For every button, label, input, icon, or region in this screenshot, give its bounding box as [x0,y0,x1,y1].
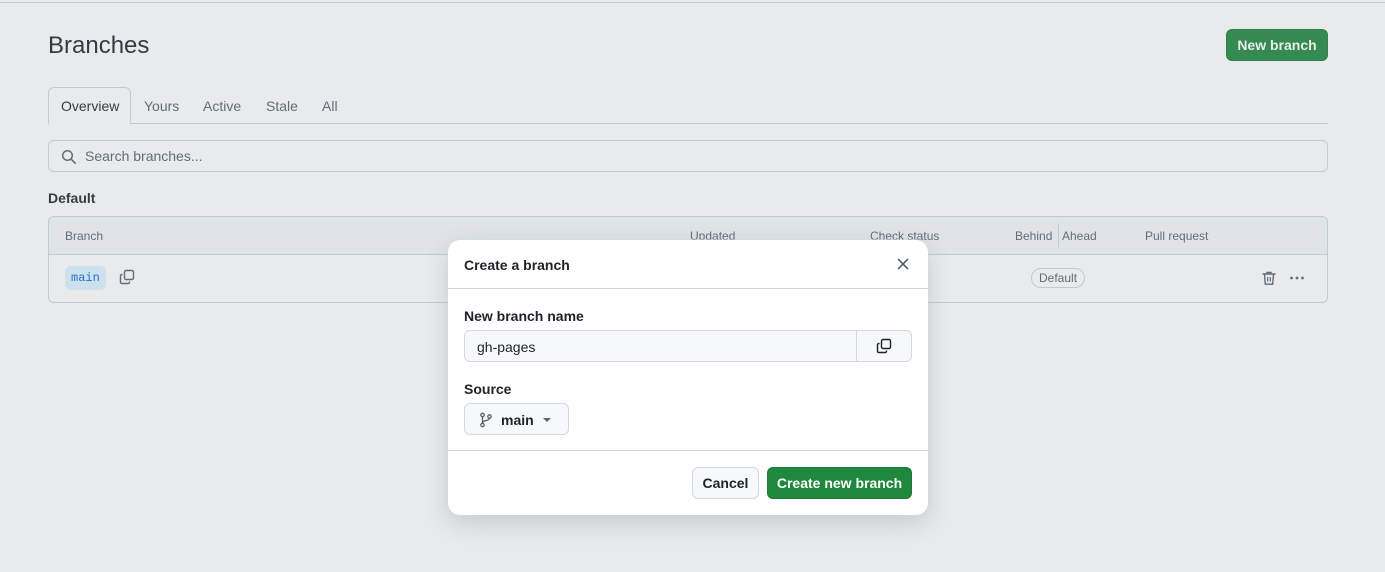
close-icon[interactable] [895,256,911,272]
branch-name-label: New branch name [464,308,584,324]
cancel-button[interactable]: Cancel [692,467,759,499]
source-label: Source [464,381,512,397]
copy-branch-name-button[interactable] [856,331,911,361]
dialog-title: Create a branch [464,257,570,273]
create-branch-dialog: Create a branch New branch name gh-pages… [448,240,928,515]
source-branch-value: main [501,412,534,428]
create-new-branch-button[interactable]: Create new branch [767,467,912,499]
source-branch-select[interactable]: main [464,403,569,435]
branch-name-field[interactable]: gh-pages [464,330,912,362]
branch-name-value[interactable]: gh-pages [477,339,535,355]
git-branch-icon [480,412,492,428]
copy-icon [876,338,892,354]
chevron-down-icon [543,418,551,422]
dialog-header: Create a branch [448,240,928,289]
